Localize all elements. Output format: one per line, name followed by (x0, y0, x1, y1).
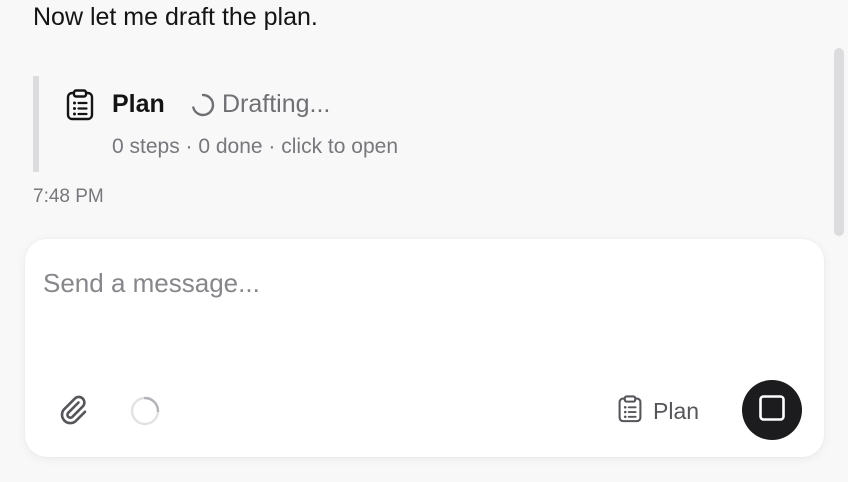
plan-toggle-label: Plan (653, 397, 700, 424)
assistant-message: Now let me draft the plan. (33, 3, 318, 31)
message-input[interactable] (43, 261, 783, 305)
plan-meta: 0 steps · 0 done · click to open (112, 135, 398, 158)
plan-title: Plan (112, 90, 165, 118)
chat-page: Now let me draft the plan. Plan Drafting… (0, 0, 848, 482)
message-timestamp: 7:48 PM (33, 186, 104, 207)
spinner-icon (190, 92, 216, 118)
plan-card[interactable]: Plan Drafting... 0 steps · 0 done · clic… (33, 76, 493, 172)
message-composer: Plan (25, 239, 824, 457)
stop-square-icon (758, 394, 786, 427)
paperclip-icon (56, 392, 90, 431)
plan-status: Drafting... (222, 90, 331, 118)
attach-button[interactable] (55, 393, 91, 429)
loading-ring-icon (129, 395, 161, 427)
clipboard-list-icon (65, 89, 95, 121)
plan-mode-toggle[interactable]: Plan (617, 393, 699, 429)
stop-button[interactable] (742, 380, 802, 440)
scrollbar-thumb[interactable] (834, 48, 844, 236)
clipboard-list-icon (617, 394, 643, 428)
scrollbar[interactable] (832, 44, 846, 240)
